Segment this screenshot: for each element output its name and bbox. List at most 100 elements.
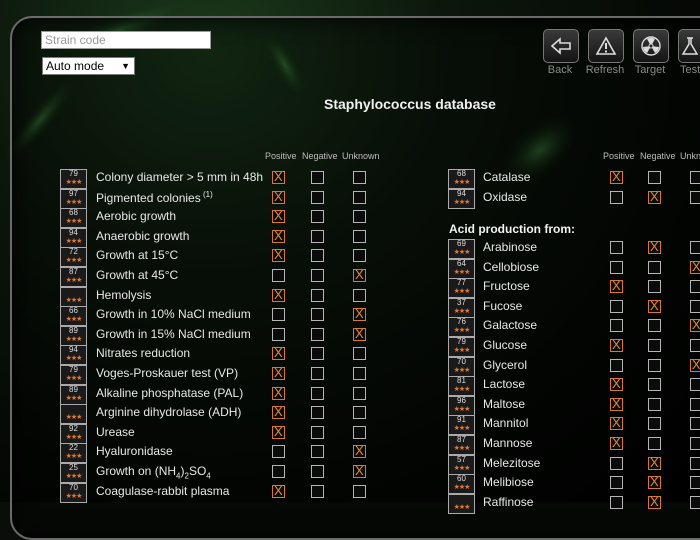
negative-checkbox[interactable] [648,397,661,411]
positive-checkbox[interactable] [610,241,623,254]
positive-checkbox[interactable] [610,476,623,490]
negative-checkbox[interactable] [648,455,661,470]
negative-checkbox[interactable] [648,260,661,274]
test-row: 79 ★★★ Glucose [0,337,700,357]
positive-checkbox[interactable] [610,190,623,204]
score-badge: 37 ★★★ [448,297,475,318]
score-number: 64 [457,258,466,268]
test-row: 76 ★★★ Galactose [0,317,700,338]
negative-checkbox[interactable] [648,171,661,184]
unknown-checkbox[interactable] [690,171,700,184]
test-label: Fructose [483,279,530,293]
negative-checkbox[interactable] [648,417,661,431]
star-rating: ★★★ [453,405,471,413]
score-badge: 57 ★★★ [448,454,475,475]
test-label-text: Mannitol [483,416,529,431]
mode-select[interactable]: Auto mode ▼ [42,57,135,75]
positive-checkbox[interactable] [610,495,623,509]
unknown-checkbox[interactable] [690,259,700,274]
page-title: Staphylococcus database [324,96,496,112]
unknown-checkbox[interactable] [690,280,700,294]
unknown-checkbox[interactable] [690,456,700,470]
refresh-button[interactable] [588,29,624,63]
mode-select-value: Auto mode [46,59,105,73]
positive-checkbox[interactable] [610,435,623,450]
positive-checkbox[interactable] [610,278,623,294]
score-number: 60 [457,474,466,484]
negative-checkbox[interactable] [648,189,661,204]
positive-checkbox[interactable] [610,415,623,431]
unknown-checkbox[interactable] [690,437,700,450]
negative-checkbox[interactable] [648,280,661,294]
positive-checkbox[interactable] [610,358,623,372]
positive-checkbox[interactable] [610,319,623,333]
score-badge: 60 ★★★ [448,474,475,495]
negative-checkbox[interactable] [648,239,661,254]
column-header-positive-right: Positive [603,151,635,161]
unknown-checkbox[interactable] [690,299,700,313]
positive-checkbox[interactable] [610,376,623,392]
negative-checkbox[interactable] [648,494,661,509]
negative-checkbox[interactable] [648,378,661,392]
test-row: 81 ★★★ Lactose [0,376,700,397]
star-rating: ★★★ [453,386,471,394]
test-label-text: Cellobiose [483,259,540,274]
score-number: 94 [457,188,466,198]
negative-checkbox[interactable] [311,210,324,224]
unknown-checkbox[interactable] [690,241,700,254]
score-number: 77 [457,278,466,288]
negative-checkbox[interactable] [648,358,661,372]
test-label-text: Mannose [483,436,533,450]
negative-checkbox[interactable] [648,298,661,313]
test-row: 60 ★★★ Melibiose [0,474,700,495]
unknown-checkbox[interactable] [690,495,700,509]
score-badge: 94 ★★★ [448,188,475,209]
positive-checkbox[interactable] [610,260,623,274]
unknown-checkbox[interactable] [690,476,700,490]
unknown-checkbox[interactable] [690,317,700,333]
test-button[interactable] [678,29,700,63]
test-label-text: Catalase [483,170,531,184]
test-label: Maltose [483,397,525,411]
star-rating: ★★★ [453,464,471,472]
test-label: Cellobiose [483,260,539,274]
unknown-checkbox[interactable] [690,357,700,372]
test-label: Arabinose [483,240,537,254]
positive-checkbox[interactable] [610,337,623,352]
positive-checkbox[interactable] [610,396,623,411]
positive-checkbox[interactable] [610,169,623,184]
test-row: 94 ★★★ Oxidase [0,188,700,209]
negative-checkbox[interactable] [648,474,661,490]
unknown-checkbox[interactable] [690,417,700,431]
target-button[interactable] [633,29,669,63]
star-rating: ★★★ [453,327,471,335]
positive-checkbox[interactable] [272,208,285,224]
back-label: Back [547,64,573,76]
unknown-checkbox[interactable] [353,210,366,224]
test-row: 64 ★★★ Cellobiose [0,258,700,279]
test-label-text: Melezitose [483,455,541,470]
back-button[interactable] [543,29,579,63]
score-number: 57 [457,454,466,464]
strain-code-input[interactable]: Strain code [41,31,211,49]
test-label: Oxidase [483,190,527,204]
column-header-unknown-right: Unknown [680,151,700,161]
positive-checkbox[interactable] [610,456,623,470]
column-header-negative-right: Negative [640,151,676,161]
unknown-checkbox[interactable] [690,190,700,204]
score-number: 91 [457,415,466,425]
negative-checkbox[interactable] [648,319,661,333]
negative-checkbox[interactable] [648,437,661,450]
flask-icon [681,37,699,55]
score-badge: 68 ★★★ [60,208,87,229]
score-number: 79 [457,337,466,346]
back-arrow-icon [550,37,571,55]
positive-checkbox[interactable] [610,299,623,313]
score-badge: 64 ★★★ [448,258,475,279]
unknown-checkbox[interactable] [690,339,700,352]
negative-checkbox[interactable] [648,339,661,352]
unknown-checkbox[interactable] [690,378,700,392]
star-rating: ★★★ [453,198,471,206]
score-badge: 79 ★★★ [448,337,475,357]
unknown-checkbox[interactable] [690,397,700,411]
